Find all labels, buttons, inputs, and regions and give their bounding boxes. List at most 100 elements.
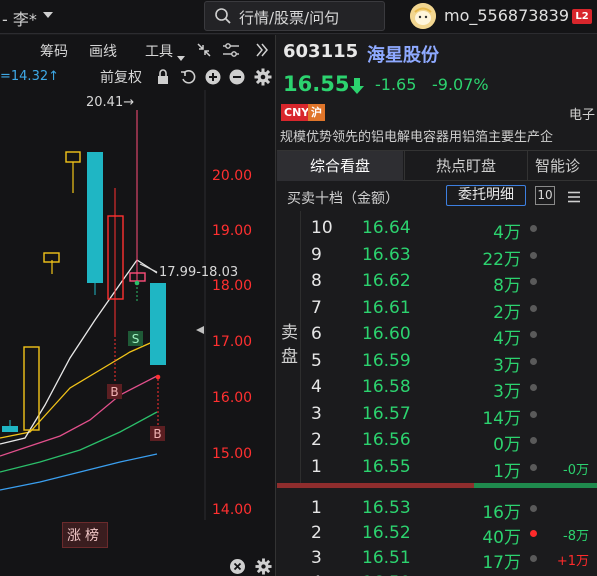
zoom-out-icon[interactable] [229,69,245,89]
stock-code: 603115 [283,41,359,62]
buy-order-row[interactable]: 2 16.52 40万 -8万 [303,521,597,548]
ma-value-label: =14.32↑ [0,69,60,84]
current-price-pointer [196,326,204,334]
zhangbang-badge[interactable]: 涨榜 [62,522,108,548]
order-volume-change: -8万 [563,529,589,544]
candle-down-cyan-1 [87,152,103,295]
kline-chart[interactable]: S B B 20.41→ 17.99-18.03 20.00 19.00 18.… [0,90,276,520]
order-price: 16.52 [362,523,411,543]
candle-down-cyan-2 [150,283,166,365]
buy-order-row[interactable]: 3 16.51 17万 +1万 [303,546,597,573]
chart-toolbar: 筹码 画线 工具 [0,35,275,66]
order-price: 16.55 [362,456,411,477]
quote-tabs: 综合看盘 热点盯盘 智能诊 [277,150,597,181]
order-volume: 8万 [493,276,521,296]
sell-order-row[interactable]: 3 16.57 14万 [303,402,597,429]
order-level: 10 [311,218,333,238]
market-tag: 沪 [308,104,325,121]
adjust-mode-button[interactable]: 前复权 [100,67,142,87]
depth-count-button[interactable]: 10 [535,186,555,205]
chip-button[interactable]: 筹码 [40,41,68,61]
order-price: 16.59 [362,350,411,371]
order-price: 16.61 [362,297,411,318]
buy-order-row[interactable]: 416.50120万 [303,571,597,576]
sector-label[interactable]: 电子 [569,104,595,123]
tag-row: CNY 沪 电子 [277,103,597,123]
sell-order-row[interactable]: 1 16.55 1万 -0万 [303,455,597,482]
zoom-in-icon[interactable] [205,69,221,89]
search-icon [214,7,232,29]
search-placeholder: 行情/股票/问句 [239,9,340,27]
price-label: 17.00 [212,334,252,350]
order-indicator-dot [530,530,537,537]
order-volume: 16万 [482,503,521,523]
order-volume: 1万 [493,461,521,482]
username[interactable]: mo_556873839 [444,6,574,25]
lock-icon[interactable] [156,69,170,89]
range-pointer [139,263,158,273]
tab-hot-watch[interactable]: 热点盯盘 [404,151,528,181]
sell-order-row[interactable]: 6 16.60 4万 [303,322,597,349]
tab-overview[interactable]: 综合看盘 [277,151,403,181]
chevron-down-icon[interactable] [42,8,54,22]
order-price: 16.60 [362,324,411,344]
window-title[interactable]: - 李* [2,6,37,30]
gear-icon[interactable] [255,558,272,576]
orderbook-title[interactable]: 买卖十档（金额） [287,188,399,208]
buy-marker-label-2: B [153,427,161,441]
order-level: 2 [311,430,322,450]
chart-subtoolbar: =14.32↑ 前复权 [0,65,275,90]
undo-icon[interactable] [180,69,196,89]
order-volume: 3万 [493,355,521,376]
stock-name[interactable]: 海星股份 [367,41,439,67]
order-level: 3 [311,403,322,424]
order-detail-button[interactable]: 委托明细 [446,185,526,206]
avatar[interactable] [410,3,436,29]
tools-chevron-icon[interactable] [176,47,186,66]
sell-order-row[interactable]: 5 16.59 3万 [303,349,597,376]
menu-icon[interactable] [567,188,581,207]
order-price: 16.56 [362,430,411,450]
order-price: 16.62 [362,271,411,291]
order-volume: 2万 [493,302,521,323]
order-level: 3 [311,548,322,568]
sell-order-row[interactable]: 8 16.62 8万 [303,269,597,296]
buy-marker-label-1: B [110,385,118,399]
search-input[interactable]: 行情/股票/问句 [204,1,385,31]
current-price: 16.55 [283,72,350,96]
sell-order-row[interactable]: 9 16.63 22万 [303,243,597,270]
gear-icon[interactable] [254,68,272,90]
order-indicator-dot [530,251,537,259]
collapse-icon[interactable] [196,42,212,62]
candle-up-small [43,252,60,274]
order-indicator-dot [530,384,537,391]
order-volume: 0万 [493,435,521,455]
sell-order-row[interactable]: 4 16.58 3万 [303,375,597,402]
draw-line-button[interactable]: 画线 [89,41,117,61]
order-price: 16.53 [362,498,411,518]
tab-smart-diagnosis[interactable]: 智能诊 [529,151,597,181]
price-label: 20.00 [212,168,252,184]
order-indicator-dot [530,225,537,232]
sell-order-row[interactable]: 10 16.64 4万 [303,216,597,243]
sell-order-row[interactable]: 2 16.56 0万 [303,428,597,455]
order-indicator-dot [530,437,537,444]
price-label: 18.00 [212,278,252,294]
tools-button[interactable]: 工具 [145,41,173,61]
order-volume: 17万 [482,553,521,573]
expand-right-icon[interactable] [255,42,269,61]
orderbook: 卖盘 10 16.64 4万 9 16.63 22万 8 16.62 8万 7 16.61 2万 6 16… [277,211,597,576]
order-volume: 4万 [493,223,521,243]
close-icon[interactable] [230,559,245,576]
settings-sliders-icon[interactable] [222,42,240,62]
order-volume: 14万 [482,408,521,429]
ma-line-blue [0,453,158,491]
buy-order-row[interactable]: 1 16.53 16万 [303,496,597,523]
sell-order-row[interactable]: 7 16.61 2万 [303,296,597,323]
candle-up-pink-high [129,110,146,282]
sell-side-label: 卖盘 [277,211,301,483]
candle-up-red [107,188,124,335]
price-change-pct: -9.07% [432,75,489,94]
order-level: 5 [311,350,322,371]
order-indicator-dot [530,304,537,312]
